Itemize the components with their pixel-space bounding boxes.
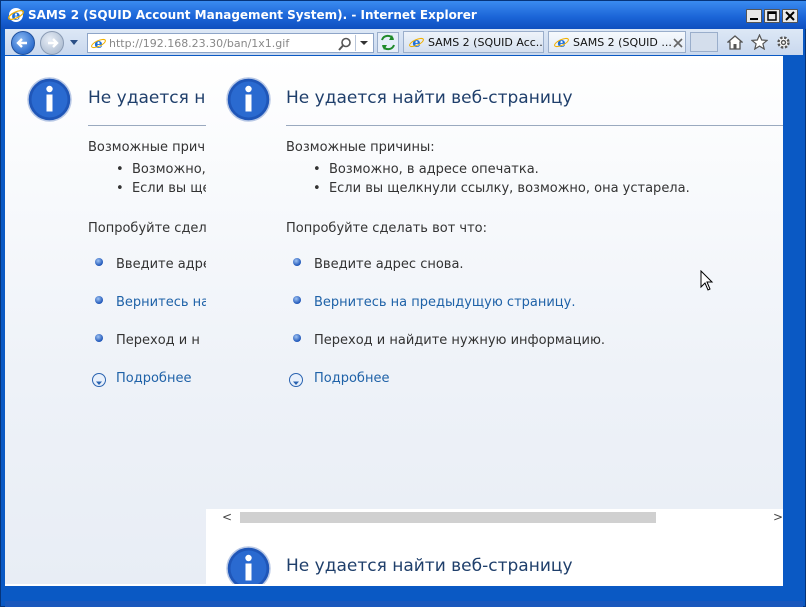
try-title: Попробуйте сдела <box>88 221 206 236</box>
tab-label: SAMS 2 (SQUID Acc... <box>428 36 544 49</box>
minimize-icon <box>750 18 758 20</box>
bullet-icon <box>293 258 301 266</box>
gear-icon[interactable] <box>775 34 792 51</box>
error-frame-bottom: Не удается найти веб-страницу <box>206 526 783 586</box>
causes-title: Возможные причи <box>88 140 206 155</box>
horizontal-scrollbar-bottom[interactable]: < > <box>206 584 783 586</box>
chevron-down-icon <box>360 41 368 45</box>
favorites-star-icon[interactable] <box>751 34 768 50</box>
bullet-icon <box>293 296 301 304</box>
error-heading: Не удается найти веб-страницу <box>286 88 573 108</box>
cause-item: • Возможно, <box>116 162 206 177</box>
more-info-link[interactable]: Подробнее <box>314 371 389 386</box>
tab-close-icon[interactable] <box>673 38 683 48</box>
maximize-icon <box>767 11 777 21</box>
chevron-down-icon <box>96 381 102 385</box>
address-bar[interactable]: e http://192.168.23.30/ban/1x1.gif <box>87 33 374 53</box>
bullet-icon <box>293 334 301 342</box>
error-heading: Не удается най <box>88 88 206 108</box>
expand-circle-icon[interactable] <box>289 373 303 387</box>
cause-item: • Возможно, в адресе опечатка. <box>313 162 539 177</box>
error-heading: Не удается найти веб-страницу <box>286 556 573 576</box>
action-go-back-link[interactable]: Вернитесь на <box>116 295 206 310</box>
new-tab-button[interactable] <box>690 32 718 52</box>
horizontal-scrollbar-main[interactable]: < > <box>206 509 783 526</box>
maximize-button[interactable] <box>764 9 780 23</box>
info-icon <box>226 77 271 122</box>
tab-2-active[interactable]: e SAMS 2 (SQUID ... <box>548 31 686 53</box>
home-icon[interactable] <box>727 35 743 50</box>
address-input[interactable]: http://192.168.23.30/ban/1x1.gif <box>109 37 289 50</box>
cause-item: • Если вы щелкнули ссылку, возможно, она… <box>313 181 690 196</box>
scroll-right-arrow-icon[interactable]: > <box>773 509 783 526</box>
status-bar <box>5 601 803 607</box>
action-navigate: Переход и найдите нужную информацию. <box>314 333 606 348</box>
tab-label: SAMS 2 (SQUID ... <box>573 36 672 49</box>
error-frame-left: Не удается най Возможные причи • Возможн… <box>5 56 206 586</box>
search-icon[interactable] <box>338 37 352 51</box>
scroll-left-arrow-icon[interactable]: < <box>222 509 232 526</box>
bullet-icon <box>95 296 103 304</box>
cause-item: • Если вы щел <box>116 181 206 196</box>
action-navigate: Переход и н <box>116 333 200 348</box>
close-icon <box>785 11 795 21</box>
chevron-down-icon <box>293 381 299 385</box>
ie-tab-icon: e <box>554 36 569 50</box>
bullet-icon <box>95 258 103 266</box>
ie-tab-icon: e <box>409 36 424 50</box>
arrow-right-icon <box>48 38 59 48</box>
scroll-thumb[interactable] <box>240 512 656 523</box>
close-button[interactable] <box>782 9 798 23</box>
ie-logo-icon: e <box>8 8 24 23</box>
horizontal-scrollbar-left[interactable]: < > <box>5 584 206 586</box>
more-info-link[interactable]: Подробнее <box>116 371 191 386</box>
refresh-button[interactable] <box>377 32 399 53</box>
address-dropdown-button[interactable] <box>355 35 371 51</box>
scroll-left-arrow-icon[interactable]: < <box>23 584 33 586</box>
action-go-back-link[interactable]: Вернитесь на предыдущую страницу. <box>314 295 576 310</box>
causes-title: Возможные причины: <box>286 140 435 155</box>
bullet-icon <box>95 334 103 342</box>
refresh-icon <box>381 34 395 51</box>
error-frame-main: Не удается найти веб-страницу Возможные … <box>206 56 783 526</box>
ie-page-icon: e <box>91 37 106 51</box>
action-retype-address: Введите адрес <box>116 257 206 272</box>
page-content: Не удается най Возможные причи • Возможн… <box>5 56 783 586</box>
scroll-left-arrow-icon[interactable]: < <box>222 584 232 586</box>
navigation-toolbar: e http://192.168.23.30/ban/1x1.gif e SAM… <box>5 29 803 55</box>
forward-button[interactable] <box>40 31 64 55</box>
divider <box>286 125 783 126</box>
scroll-right-arrow-icon[interactable]: > <box>761 584 771 586</box>
divider <box>88 125 206 126</box>
expand-circle-icon[interactable] <box>92 373 106 387</box>
history-dropdown-icon[interactable] <box>69 39 79 47</box>
mouse-cursor-icon <box>700 270 714 291</box>
window-title: SAMS 2 (SQUID Account Management System)… <box>28 8 477 22</box>
back-button[interactable] <box>11 31 35 55</box>
arrow-left-icon <box>16 38 27 48</box>
action-retype-address: Введите адрес снова. <box>314 257 464 272</box>
info-icon <box>27 77 72 122</box>
try-title: Попробуйте сделать вот что: <box>286 221 487 236</box>
browser-window: e SAMS 2 (SQUID Account Management Syste… <box>0 0 806 607</box>
title-bar[interactable]: e SAMS 2 (SQUID Account Management Syste… <box>1 1 806 29</box>
minimize-button[interactable] <box>746 9 762 23</box>
info-icon <box>226 546 271 586</box>
tab-1[interactable]: e SAMS 2 (SQUID Acc... <box>403 31 544 53</box>
scroll-right-arrow-icon[interactable]: > <box>191 584 201 586</box>
